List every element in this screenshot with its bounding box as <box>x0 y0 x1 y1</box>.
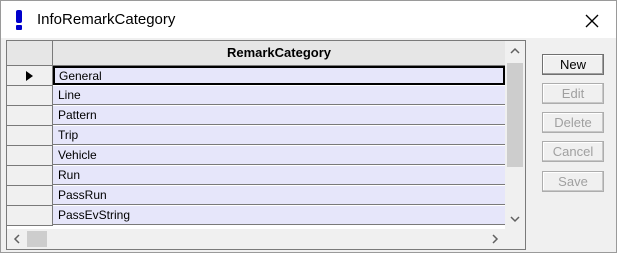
row-selector[interactable] <box>7 66 53 86</box>
remark-category-cell[interactable]: PassRun <box>53 186 505 205</box>
table-row[interactable]: PassRun <box>7 186 505 206</box>
row-selector[interactable] <box>7 186 53 206</box>
table-row[interactable]: Run <box>7 166 505 186</box>
table-row[interactable]: Trip <box>7 126 505 146</box>
edit-button[interactable]: Edit <box>542 83 604 104</box>
horizontal-scroll-thumb[interactable] <box>27 231 47 247</box>
remark-category-cell[interactable]: Pattern <box>53 106 505 125</box>
table-row[interactable]: Vehicle <box>7 146 505 166</box>
remark-category-cell[interactable]: Vehicle <box>53 146 505 165</box>
exclamation-icon <box>16 10 22 30</box>
delete-button[interactable]: Delete <box>542 112 604 133</box>
table-row[interactable]: General <box>7 66 505 86</box>
scroll-left-icon[interactable] <box>7 229 27 249</box>
scroll-right-icon[interactable] <box>485 229 505 249</box>
table-row[interactable]: PassEvString <box>7 206 505 226</box>
row-selector[interactable] <box>7 206 53 226</box>
scroll-up-icon[interactable] <box>505 41 525 61</box>
grid-corner-header <box>7 41 53 66</box>
close-icon[interactable] <box>581 10 603 32</box>
title-bar: InfoRemarkCategory <box>1 1 616 38</box>
row-selector[interactable] <box>7 106 53 126</box>
vertical-scroll-thumb[interactable] <box>507 63 523 167</box>
row-selector[interactable] <box>7 166 53 186</box>
window-title: InfoRemarkCategory <box>37 11 176 28</box>
vertical-scrollbar[interactable] <box>505 41 525 229</box>
remark-category-cell[interactable]: Run <box>53 166 505 185</box>
scrollbar-corner <box>505 229 525 249</box>
scroll-down-icon[interactable] <box>505 209 525 229</box>
remark-category-cell[interactable]: General <box>53 66 505 85</box>
remark-category-window: InfoRemarkCategory RemarkCategory Genera… <box>0 0 617 253</box>
remark-category-cell[interactable]: PassEvString <box>53 206 505 225</box>
cancel-button[interactable]: Cancel <box>542 141 604 162</box>
row-selector[interactable] <box>7 126 53 146</box>
remark-category-grid[interactable]: RemarkCategory General Line Pattern Trip… <box>6 40 526 250</box>
save-button[interactable]: Save <box>542 171 604 192</box>
remark-category-cell[interactable]: Line <box>53 86 505 105</box>
new-button[interactable]: New <box>542 54 604 75</box>
current-row-pointer-icon <box>26 71 33 81</box>
row-selector[interactable] <box>7 146 53 166</box>
horizontal-scrollbar[interactable] <box>7 229 505 249</box>
table-row[interactable]: Pattern <box>7 106 505 126</box>
table-row[interactable]: Line <box>7 86 505 106</box>
column-header-remark-category[interactable]: RemarkCategory <box>53 41 505 66</box>
row-selector[interactable] <box>7 86 53 106</box>
remark-category-cell[interactable]: Trip <box>53 126 505 145</box>
